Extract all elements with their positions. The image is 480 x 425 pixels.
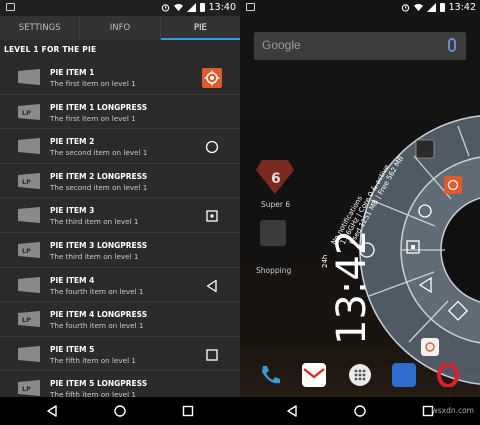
battery-icon — [199, 3, 205, 12]
item-subtitle: The second item on level 1 — [50, 148, 148, 158]
pie-slice-icon — [18, 276, 40, 293]
item-subtitle: The fifth item on level 1 — [50, 355, 136, 365]
list-item[interactable]: LP PIE ITEM 2 LONGPRESS The second item … — [0, 164, 240, 199]
pie-slice-lp-icon: LP — [18, 380, 40, 397]
triangle-back-icon — [206, 279, 217, 292]
item-title: PIE ITEM 2 — [50, 137, 95, 147]
item-title: PIE ITEM 3 LONGPRESS — [50, 240, 148, 250]
list-item[interactable]: LP PIE ITEM 1 LONGPRESS The first item o… — [0, 95, 240, 130]
opera-dock-icon[interactable] — [436, 362, 460, 388]
section-title: LEVEL 1 FOR THE PIE — [4, 45, 97, 54]
notification-icon — [6, 3, 15, 11]
pie-clock: 13:42 — [329, 230, 375, 345]
list-item[interactable]: PIE ITEM 5 The fifth item on level 1 — [0, 337, 240, 372]
tab-info[interactable]: INFO — [80, 16, 161, 40]
pie-slice-icon — [18, 207, 40, 224]
back-icon[interactable] — [285, 404, 299, 418]
lp-label: LP — [22, 316, 31, 324]
pie-slice-icon — [18, 345, 40, 362]
apps-drawer-icon[interactable] — [348, 363, 372, 387]
status-time: 13:40 — [208, 2, 236, 13]
tab-settings[interactable]: SETTINGS — [0, 16, 81, 40]
screenshot-root: 13:40 SETTINGS INFO PIE LEVEL 1 FOR THE … — [0, 0, 480, 425]
pie-slice-lp-icon: LP — [18, 311, 40, 328]
recents-icon[interactable] — [181, 404, 195, 418]
item-title: PIE ITEM 4 LONGPRESS — [50, 310, 148, 320]
lp-label: LP — [22, 178, 31, 186]
list-item[interactable]: LP PIE ITEM 3 LONGPRESS The third item o… — [0, 233, 240, 268]
gmail-dock-icon[interactable] — [302, 363, 326, 387]
app-icon-orange — [202, 68, 222, 88]
pie-item-list: PIE ITEM 1 The first item on level 1 LP … — [0, 60, 240, 406]
item-title: PIE ITEM 3 — [50, 206, 95, 216]
list-item[interactable]: PIE ITEM 3 The third item on level 1 — [0, 198, 240, 233]
signal-icon — [186, 3, 196, 12]
tab-pie[interactable]: PIE — [160, 16, 240, 40]
status-bar: 13:40 — [0, 0, 240, 16]
alarm-icon — [161, 4, 169, 12]
item-subtitle: The third item on level 1 — [50, 217, 139, 227]
lp-label: LP — [22, 385, 31, 393]
item-subtitle: The fourth item on level 1 — [50, 286, 144, 296]
item-title: PIE ITEM 2 LONGPRESS — [50, 171, 148, 181]
pie-overlay: 13:42 24h No notifications 1.56GHz | Cor… — [321, 115, 480, 385]
messaging-dock-icon[interactable] — [392, 363, 416, 387]
list-item[interactable]: PIE ITEM 1 The first item on level 1 — [0, 60, 240, 95]
item-subtitle: The first item on level 1 — [50, 113, 136, 123]
square-dot-icon — [206, 210, 218, 223]
home-icon[interactable] — [113, 404, 127, 418]
pie-slice-icon — [18, 138, 40, 155]
item-title: PIE ITEM 1 LONGPRESS — [50, 102, 148, 112]
circle-icon — [205, 141, 219, 154]
item-subtitle: The fourth item on level 1 — [50, 321, 144, 331]
list-item[interactable]: LP PIE ITEM 4 LONGPRESS The fourth item … — [0, 302, 240, 337]
pie-slice-lp-icon: LP — [18, 172, 40, 189]
home-icon[interactable] — [353, 404, 367, 418]
item-title: PIE ITEM 5 — [50, 344, 95, 354]
settings-phone: 13:40 SETTINGS INFO PIE LEVEL 1 FOR THE … — [0, 0, 240, 425]
list-item[interactable]: PIE ITEM 2 The second item on level 1 — [0, 129, 240, 164]
back-icon[interactable] — [45, 404, 59, 418]
pie-slice-lp-icon: LP — [18, 103, 40, 120]
list-item[interactable]: PIE ITEM 4 The fourth item on level 1 — [0, 268, 240, 303]
pie-amazon-app-icon[interactable] — [415, 139, 435, 159]
item-title: PIE ITEM 4 — [50, 275, 95, 285]
lp-label: LP — [22, 247, 31, 255]
pie-slice-icon — [18, 69, 40, 85]
pie-launcher-app-icon[interactable] — [421, 338, 439, 356]
item-subtitle: The second item on level 1 — [50, 182, 148, 192]
clock-format: 24h — [321, 255, 329, 268]
item-title: PIE ITEM 5 LONGPRESS — [50, 379, 148, 389]
item-subtitle: The first item on level 1 — [50, 79, 136, 88]
nav-bar — [0, 397, 240, 425]
phone-dock-icon[interactable] — [258, 363, 282, 387]
pie-orange-app-icon[interactable] — [444, 176, 462, 194]
launcher-phone: 13:42 Google 6 Super 6 Shopping 13:42 24… — [240, 0, 480, 425]
pie-slice-lp-icon: LP — [18, 241, 40, 258]
item-title: PIE ITEM 1 — [50, 68, 95, 77]
nav-bar: wsxdn.com — [240, 397, 480, 425]
tab-bar: SETTINGS INFO PIE — [0, 16, 240, 40]
wifi-icon — [173, 3, 183, 12]
item-subtitle: The third item on level 1 — [50, 251, 139, 261]
square-icon — [206, 349, 218, 361]
watermark: wsxdn.com — [431, 406, 474, 415]
lp-label: LP — [22, 109, 31, 117]
